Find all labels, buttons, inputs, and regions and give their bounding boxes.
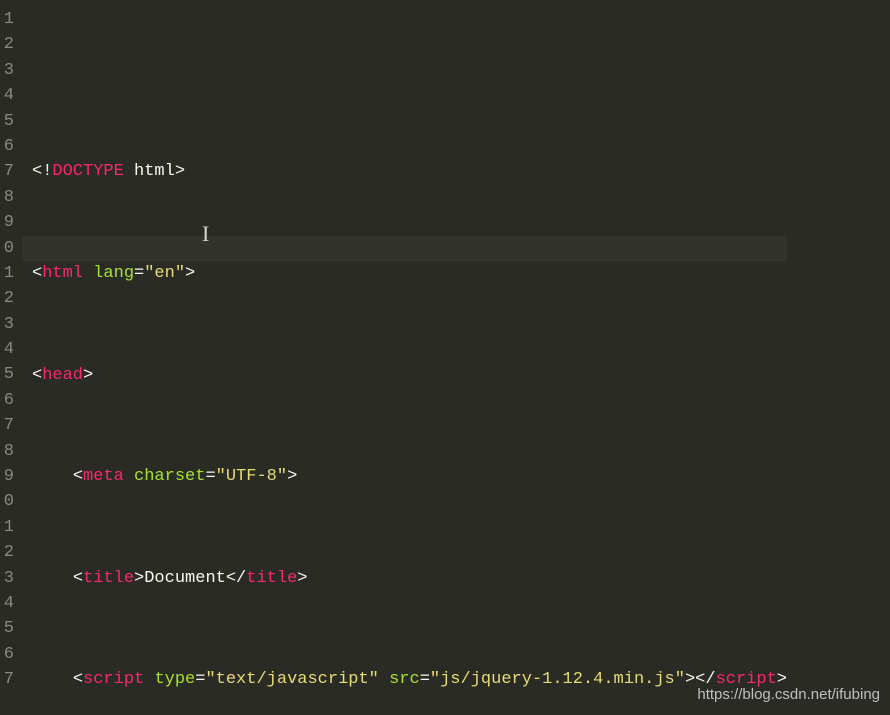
line-number: 6: [0, 134, 14, 159]
line-number: 3: [0, 312, 14, 337]
line-number: 0: [0, 489, 14, 514]
line-number: 2: [0, 32, 14, 57]
line-number: 2: [0, 286, 14, 311]
line-number: 4: [0, 591, 14, 616]
line-number-gutter: 123456789012345678901234567: [0, 0, 22, 715]
code-line[interactable]: <script type="text/javascript" src="js/j…: [32, 667, 787, 692]
line-number: 1: [0, 261, 14, 286]
line-number: 5: [0, 362, 14, 387]
attr-value: "en": [144, 264, 185, 283]
code-line[interactable]: <!DOCTYPE html>: [32, 159, 787, 184]
line-number: 4: [0, 83, 14, 108]
tag-name: html: [42, 264, 83, 283]
code-line[interactable]: <html lang="en">: [32, 261, 787, 286]
line-number: 8: [0, 439, 14, 464]
line-number: 0: [0, 236, 14, 261]
attr-value: "text/javascript": [205, 670, 378, 689]
bracket: >: [175, 162, 185, 181]
line-number: 1: [0, 7, 14, 32]
attr-value: "js/jquery-1.12.4.min.js": [430, 670, 685, 689]
line-number: 5: [0, 616, 14, 641]
line-number: 2: [0, 540, 14, 565]
doctype-keyword: DOCTYPE: [52, 162, 123, 181]
code-editor[interactable]: 123456789012345678901234567 I <!DOCTYPE …: [0, 0, 890, 715]
line-number: 9: [0, 464, 14, 489]
text-content: Document: [144, 569, 226, 588]
code-line[interactable]: <meta charset="UTF-8">: [32, 464, 787, 489]
line-number: 6: [0, 388, 14, 413]
attr-name: lang: [93, 264, 134, 283]
line-number: 4: [0, 337, 14, 362]
tag-name: script: [83, 670, 144, 689]
line-number: 3: [0, 58, 14, 83]
tag-name: title: [246, 569, 297, 588]
code-line[interactable]: <head>: [32, 363, 787, 388]
line-number: 5: [0, 109, 14, 134]
line-number: 7: [0, 413, 14, 438]
tag-name: meta: [83, 467, 124, 486]
line-number: 3: [0, 566, 14, 591]
doctype-name: html: [134, 162, 175, 181]
code-area[interactable]: I <!DOCTYPE html> <html lang="en"> <head…: [22, 0, 787, 715]
attr-name: type: [154, 670, 195, 689]
watermark-text: https://blog.csdn.net/ifubing: [697, 682, 880, 707]
code-line[interactable]: <title>Document</title>: [32, 566, 787, 591]
line-number: 9: [0, 210, 14, 235]
tag-name: head: [42, 366, 83, 385]
line-number: 6: [0, 642, 14, 667]
bracket: <!: [32, 162, 52, 181]
active-line-highlight: [22, 236, 787, 261]
line-number: 8: [0, 185, 14, 210]
line-number: 7: [0, 667, 14, 692]
line-number: 7: [0, 159, 14, 184]
tag-name: title: [83, 569, 134, 588]
attr-name: src: [389, 670, 420, 689]
text-cursor-icon: I: [202, 221, 209, 246]
line-number: 1: [0, 515, 14, 540]
attr-name: charset: [134, 467, 205, 486]
attr-value: "UTF-8": [216, 467, 287, 486]
